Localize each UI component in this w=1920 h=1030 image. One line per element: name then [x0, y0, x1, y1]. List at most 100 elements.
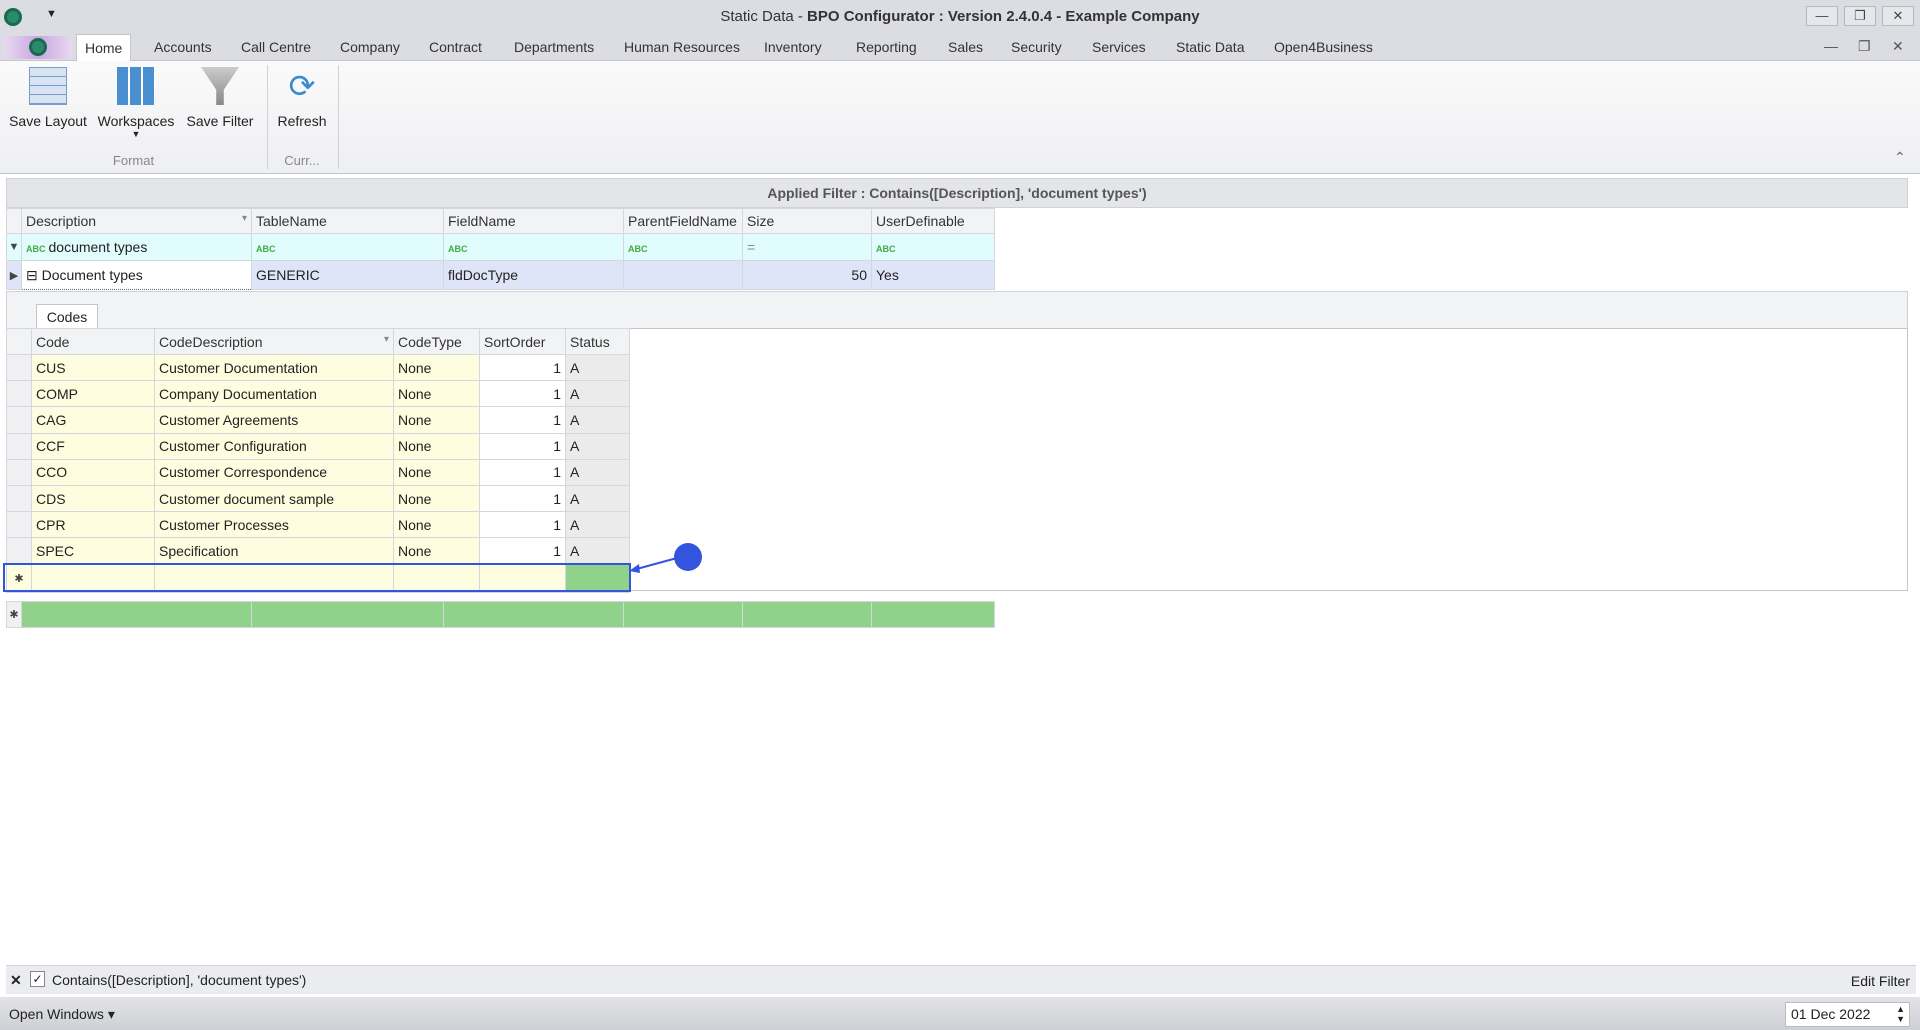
cell-sortorder[interactable]: 1 — [479, 353, 566, 382]
tab-company[interactable]: Company — [332, 34, 408, 61]
date-spinner[interactable]: 01 Dec 2022 ▲ ▼ — [1785, 1002, 1910, 1027]
cell-sortorder[interactable]: 1 — [479, 406, 566, 434]
tab-services[interactable]: Services — [1084, 34, 1154, 61]
cell-codedescription[interactable]: Company Documentation — [154, 380, 394, 408]
cell-codetype[interactable]: None — [393, 432, 480, 460]
cell-status[interactable]: A — [565, 353, 630, 382]
cell-sortorder[interactable]: 1 — [479, 380, 566, 408]
table-row[interactable]: CCO Customer Correspondence None 1 A — [6, 458, 630, 486]
restore-button[interactable]: ❐ — [1844, 6, 1876, 26]
tab-reporting[interactable]: Reporting — [848, 34, 925, 61]
column-header-parentfieldname[interactable]: ParentFieldName — [623, 208, 743, 234]
column-header-description[interactable]: Description ▾ — [21, 208, 252, 234]
mdi-close-icon[interactable]: ✕ — [1892, 38, 1904, 55]
table-row[interactable]: CDS Customer document sample None 1 A — [6, 484, 630, 513]
filter-cell-userdefinable[interactable]: ABC — [871, 233, 995, 261]
mdi-minimize-icon[interactable]: — — [1824, 38, 1838, 54]
cell-codedescription[interactable]: Customer Correspondence — [154, 458, 394, 486]
row-indicator[interactable] — [6, 458, 32, 486]
filter-cell-tablename[interactable]: ABC — [251, 233, 444, 261]
column-header-codetype[interactable]: CodeType — [393, 328, 480, 355]
new-cell[interactable] — [742, 601, 872, 628]
minimize-button[interactable]: — — [1806, 6, 1838, 26]
row-indicator[interactable] — [6, 406, 32, 434]
column-header-size[interactable]: Size — [742, 208, 872, 234]
new-cell[interactable] — [443, 601, 624, 628]
cell-status[interactable]: A — [565, 537, 630, 565]
new-cell[interactable] — [251, 601, 444, 628]
cell-code[interactable]: CCF — [31, 432, 155, 460]
tab-security[interactable]: Security — [1003, 34, 1070, 61]
cell-fieldname[interactable]: fldDocType — [443, 260, 624, 290]
column-header-status[interactable]: Status — [565, 328, 630, 355]
cell-status[interactable]: A — [565, 458, 630, 486]
cell-status[interactable]: A — [565, 484, 630, 513]
filter-cell-size[interactable]: = — [742, 233, 872, 261]
workspaces-button[interactable]: Workspaces ▼ — [96, 65, 176, 139]
table-row[interactable]: CPR Customer Processes None 1 A — [6, 511, 630, 539]
cell-codetype[interactable]: None — [393, 353, 480, 382]
cell-tablename[interactable]: GENERIC — [251, 260, 444, 290]
tab-home[interactable]: Home — [76, 34, 132, 62]
table-row[interactable]: CUS Customer Documentation None 1 A — [6, 353, 630, 382]
cell-codedescription[interactable]: Customer Configuration — [154, 432, 394, 460]
column-header-codedescription[interactable]: CodeDescription ▾ — [154, 328, 394, 355]
column-header-sortorder[interactable]: SortOrder — [479, 328, 566, 355]
cell-code[interactable]: CAG — [31, 406, 155, 434]
cell-code[interactable]: CUS — [31, 353, 155, 382]
row-indicator[interactable] — [6, 380, 32, 408]
filter-icon[interactable]: ▾ — [242, 213, 247, 224]
app-menu-button[interactable] — [4, 36, 72, 59]
save-layout-button[interactable]: Save Layout — [6, 65, 90, 129]
close-button[interactable]: ✕ — [1882, 6, 1914, 26]
clear-filter-button[interactable]: ✕ — [10, 972, 22, 989]
new-cell[interactable] — [623, 601, 743, 628]
save-filter-button[interactable]: Save Filter — [182, 65, 258, 129]
cell-code[interactable]: CCO — [31, 458, 155, 486]
row-indicator[interactable] — [6, 537, 32, 565]
cell-codetype[interactable]: None — [393, 511, 480, 539]
refresh-button[interactable]: ⟳ Refresh — [272, 65, 332, 129]
table-row[interactable]: COMP Company Documentation None 1 A — [6, 380, 630, 408]
tab-accounts[interactable]: Accounts — [146, 34, 220, 61]
cell-code[interactable]: COMP — [31, 380, 155, 408]
cell-status[interactable]: A — [565, 406, 630, 434]
cell-sortorder[interactable]: 1 — [479, 484, 566, 513]
row-indicator[interactable]: ▶ — [6, 260, 22, 290]
cell-status[interactable]: A — [565, 380, 630, 408]
column-header-tablename[interactable]: TableName — [251, 208, 444, 234]
cell-codedescription[interactable]: Customer document sample — [154, 484, 394, 513]
collapse-ribbon-icon[interactable]: ⌃ — [1894, 149, 1906, 166]
cell-sortorder[interactable]: 1 — [479, 432, 566, 460]
table-row[interactable]: CCF Customer Configuration None 1 A — [6, 432, 630, 460]
cell-codetype[interactable]: None — [393, 484, 480, 513]
cell-code[interactable]: CPR — [31, 511, 155, 539]
filter-cell-parentfieldname[interactable]: ABC — [623, 233, 743, 261]
spin-icon[interactable]: ▲ ▼ — [1896, 1004, 1905, 1024]
collapse-detail-icon[interactable]: ⊟ — [26, 267, 42, 283]
column-header-code[interactable]: Code — [31, 328, 155, 355]
filter-cell-description[interactable]: ABC document types — [21, 233, 252, 261]
cell-codetype[interactable]: None — [393, 380, 480, 408]
column-header-userdefinable[interactable]: UserDefinable — [871, 208, 995, 234]
cell-userdefinable[interactable]: Yes — [871, 260, 995, 290]
cell-codetype[interactable]: None — [393, 537, 480, 565]
filter-text[interactable]: Contains([Description], 'document types'… — [52, 972, 306, 988]
cell-codetype[interactable]: None — [393, 406, 480, 434]
table-row[interactable]: SPEC Specification None 1 A — [6, 537, 630, 565]
cell-status[interactable]: A — [565, 511, 630, 539]
cell-parentfieldname[interactable] — [623, 260, 743, 290]
table-row[interactable]: CAG Customer Agreements None 1 A — [6, 406, 630, 434]
cell-codedescription[interactable]: Specification — [154, 537, 394, 565]
row-indicator[interactable] — [6, 353, 32, 382]
tab-codes[interactable]: Codes — [36, 304, 98, 329]
edit-filter-button[interactable]: Edit Filter — [1851, 973, 1910, 989]
cell-codedescription[interactable]: Customer Documentation — [154, 353, 394, 382]
filter-enabled-checkbox[interactable]: ✓ — [30, 971, 45, 987]
cell-codedescription[interactable]: Customer Agreements — [154, 406, 394, 434]
row-indicator[interactable] — [6, 432, 32, 460]
open-windows-dropdown[interactable]: Open Windows ▾ — [9, 1006, 115, 1023]
mdi-restore-icon[interactable]: ❐ — [1858, 38, 1871, 55]
filter-cell-fieldname[interactable]: ABC — [443, 233, 624, 261]
tab-inventory[interactable]: Inventory — [756, 34, 830, 61]
